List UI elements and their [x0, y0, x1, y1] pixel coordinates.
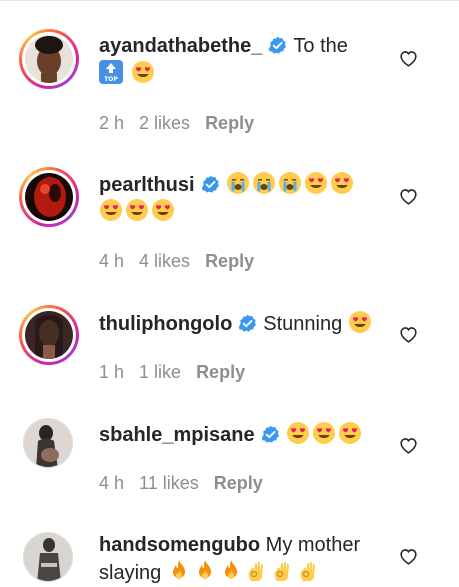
comment-text: Stunning	[263, 313, 343, 335]
heart-eyes-emoji-icon	[330, 172, 353, 194]
like-heart-icon[interactable]	[399, 188, 418, 205]
comment-time: 1 h	[99, 362, 125, 382]
comment-likes[interactable]: 1 like	[139, 362, 181, 382]
comment-time: 4 h	[99, 251, 125, 271]
comment-meta: 4 h 11 likes Reply	[99, 473, 278, 494]
comment-likes[interactable]: 11 likes	[139, 473, 199, 493]
avatar-story-ring[interactable]	[19, 167, 79, 227]
svg-text:TOP: TOP	[104, 76, 118, 83]
reply-button[interactable]: Reply	[205, 113, 254, 133]
fire-emoji-icon	[198, 560, 211, 579]
comment-username[interactable]: pearlthusi	[99, 174, 195, 196]
like-heart-icon[interactable]	[399, 326, 418, 343]
avatar-story-ring[interactable]	[19, 29, 79, 89]
ok-hand-emoji-icon	[248, 561, 263, 581]
comment-likes[interactable]: 2 likes	[139, 113, 190, 133]
reply-button[interactable]: Reply	[196, 362, 245, 382]
comment-meta: 2 h 2 likes Reply	[99, 113, 269, 134]
heart-eyes-emoji-icon	[348, 311, 371, 333]
avatar-story-ring[interactable]	[19, 305, 79, 365]
like-heart-icon[interactable]	[399, 50, 418, 67]
crying-emoji-icon	[278, 172, 301, 194]
comment-meta: 4 h 4 likes Reply	[99, 251, 269, 272]
verified-badge-icon	[261, 425, 279, 443]
comment-username[interactable]: thuliphongolo	[99, 313, 232, 335]
comment-time: 4 h	[99, 473, 125, 493]
like-heart-icon[interactable]	[399, 548, 418, 565]
ok-hand-emoji-icon	[300, 561, 315, 581]
fire-emoji-icon	[224, 560, 237, 579]
heart-eyes-emoji-icon	[312, 422, 335, 444]
avatar	[25, 35, 73, 83]
avatar-wrap[interactable]	[23, 418, 73, 468]
heart-eyes-emoji-icon	[338, 422, 361, 444]
crying-emoji-icon	[252, 172, 275, 194]
heart-eyes-emoji-icon	[304, 172, 327, 194]
heart-eyes-emoji-icon	[286, 422, 309, 444]
comment-meta: 1 h 1 like Reply	[99, 362, 260, 383]
comment-username[interactable]: ayandathabethe_	[99, 35, 262, 57]
heart-eyes-emoji-icon	[152, 199, 174, 221]
comment-time: 2 h	[99, 113, 125, 133]
divider	[0, 0, 459, 1]
reply-button[interactable]: Reply	[214, 473, 263, 493]
verified-badge-icon	[201, 175, 219, 193]
heart-eyes-emoji-icon	[132, 61, 154, 83]
avatar	[25, 311, 73, 359]
verified-badge-icon	[239, 314, 257, 332]
like-heart-icon[interactable]	[399, 437, 418, 454]
fire-emoji-icon	[172, 560, 185, 579]
heart-eyes-emoji-icon	[126, 199, 148, 221]
comment-text-continued: slaying	[99, 562, 162, 584]
comment-text: My mother	[265, 534, 361, 556]
ok-hand-emoji-icon	[274, 561, 289, 581]
comment-username[interactable]: handsomengubo	[99, 534, 260, 556]
verified-badge-icon	[269, 36, 287, 54]
heart-eyes-emoji-icon	[100, 199, 122, 221]
avatar-wrap[interactable]	[23, 532, 73, 582]
top-arrow-icon: TOP	[99, 60, 123, 84]
comment-likes[interactable]: 4 likes	[139, 251, 190, 271]
comment-text: To the	[293, 35, 348, 57]
avatar	[23, 418, 73, 468]
avatar	[25, 173, 73, 221]
comment-username[interactable]: sbahle_mpisane	[99, 424, 255, 446]
reply-button[interactable]: Reply	[205, 251, 254, 271]
avatar	[23, 532, 73, 582]
crying-emoji-icon	[226, 172, 249, 194]
